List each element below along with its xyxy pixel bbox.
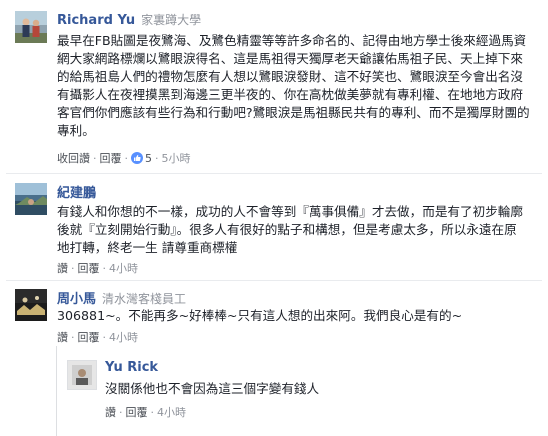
avatar[interactable] [15,289,47,321]
comment-header: 紀建鵬 [57,182,96,201]
comment-header: Yu Rick [105,360,158,375]
reply-button[interactable]: 回覆 [78,331,100,344]
comment-line: 有攝影人在夜裡摸黑到海邊三更半夜的、你在高枕做美夢就有專利權、在地地方政府 [57,87,523,102]
author-name[interactable]: 紀建鵬 [57,186,96,201]
like-count[interactable]: 5 [145,152,152,165]
reply-button[interactable]: 回覆 [78,262,100,275]
comment-line: 專利。 [57,123,95,138]
divider [6,280,542,281]
like-button[interactable]: 讚 [57,331,68,344]
comment-actions: 讚 · 回覆 · 4小時 [57,331,138,344]
thumbs-up-icon[interactable] [131,152,143,164]
comment-line: 沒關係他也不會因為這三個字變有錢人 [105,381,320,396]
comment-timestamp[interactable]: 4小時 [109,262,138,275]
reply-button[interactable]: 回覆 [126,406,148,419]
divider [6,173,542,174]
comment-text: 有錢人和你想的不一樣，成功的人不會等到『萬事俱備』才去做，而是有了初步輪廓 後就… [57,203,523,257]
like-button[interactable]: 讚 [105,406,116,419]
comment-line: 的給馬祖島人們的禮物怎麼有人想以鷺眼淚發財、這不好笑也、鷺眼淚至今會出名沒 [57,69,523,84]
comment-line: 後就『立刻開始行動』。很多人有很好的點子和構想，但是考慮太多，所以永遠在原 [57,222,517,237]
comment-timestamp[interactable]: 5小時 [162,152,191,165]
avatar[interactable] [15,11,47,43]
comment-line: 最早在FB貼圖是夜鷺海、及鷺色精靈等等許多命名的、記得由地方學士後來經過馬資 [57,33,527,48]
comment-header: 周小馬 清水灣客棧員工 [57,288,186,307]
comment-line: 地打轉，終老一生 請尊重商標權 [57,240,238,255]
comment-header: Richard Yu 家裏蹲大學 [57,11,201,28]
avatar[interactable] [67,360,97,390]
comment-text: 306881~。不能再多~好棒棒~只有這人想的出來阿。我們良心是有的~ [57,307,462,325]
comment-actions: 收回讚 · 回覆 · 5 · 5小時 [57,152,191,165]
author-name[interactable]: Richard Yu [57,13,135,28]
comment-text: 最早在FB貼圖是夜鷺海、及鷺色精靈等等許多命名的、記得由地方學士後來經過馬資 網… [57,32,530,140]
author-name[interactable]: Yu Rick [105,360,158,375]
comment-text: 沒關係他也不會因為這三個字變有錢人 [105,380,319,398]
comment-timestamp[interactable]: 4小時 [157,406,186,419]
comment-line: 客官們你們應該有些行為和行動吧?鷺眼淚是馬祖縣民共有的專利、而不是獨厚財團的 [57,105,530,120]
comment-actions: 讚 · 回覆 · 4小時 [57,262,138,275]
author-name[interactable]: 周小馬 [57,292,96,307]
author-workplace[interactable]: 家裏蹲大學 [141,13,201,27]
comment-line: 有錢人和你想的不一樣，成功的人不會等到『萬事俱備』才去做，而是有了初步輪廓 [57,204,523,219]
author-workplace[interactable]: 清水灣客棧員工 [102,292,186,306]
unlike-button[interactable]: 收回讚 [57,152,90,165]
comment-timestamp[interactable]: 4小時 [109,331,138,344]
comment-line: 306881~。不能再多~好棒棒~只有這人想的出來阿。我們良心是有的~ [57,308,463,323]
like-button[interactable]: 讚 [57,262,68,275]
comment-actions: 讚 · 回覆 · 4小時 [105,406,186,419]
comment-line: 網大家網路標爛以鷺眼淚得名、這是馬祖得天獨厚老天爺讓佑馬祖子民、天上掉下來 [57,51,523,66]
avatar[interactable] [15,183,47,215]
reply-button[interactable]: 回覆 [100,152,122,165]
